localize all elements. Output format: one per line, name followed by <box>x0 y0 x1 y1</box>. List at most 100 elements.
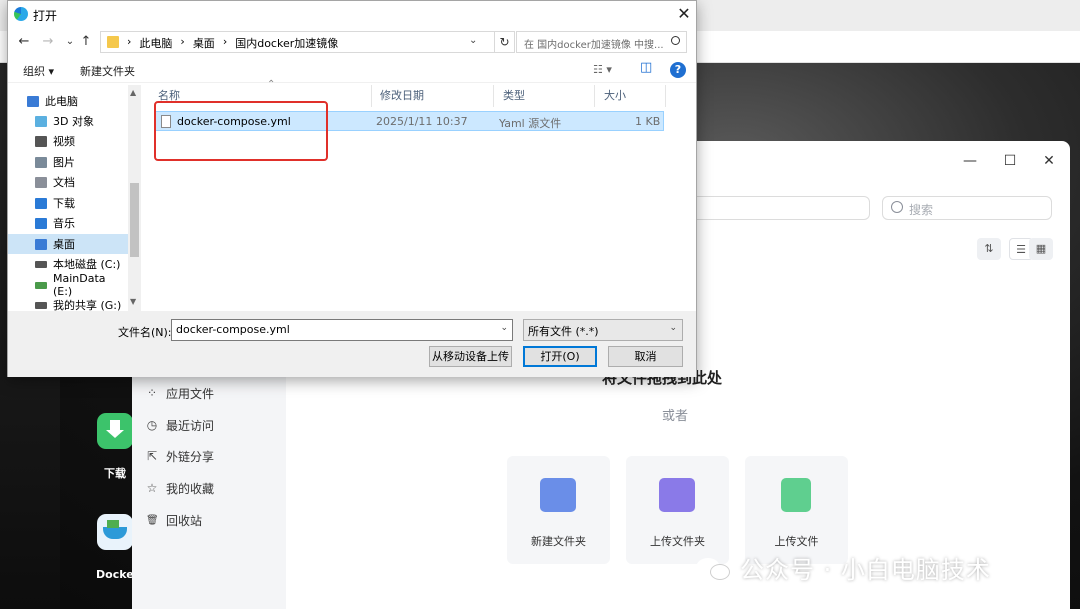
path-field[interactable] <box>687 196 870 220</box>
tree-item-3d-objects[interactable]: 3D 对象 <box>8 111 128 131</box>
search-input[interactable]: 搜索 <box>882 196 1052 220</box>
upload-file-card[interactable]: 上传文件 <box>745 456 848 564</box>
music-icon <box>35 217 47 229</box>
image-icon <box>35 156 47 168</box>
nav-label: 我的收藏 <box>166 481 215 496</box>
chevron-down-icon: ⌄ <box>669 323 677 333</box>
clock-icon: ◷ <box>146 418 158 432</box>
tree-item-downloads[interactable]: 下载 <box>8 193 128 213</box>
download-icon <box>35 197 47 209</box>
nav-share-links[interactable]: ⇱ 外链分享 <box>146 447 214 465</box>
scroll-down-arrow[interactable]: ▼ <box>130 297 136 306</box>
nav-label: 回收站 <box>166 513 203 528</box>
search-placeholder: 搜索 <box>909 203 934 217</box>
up-button[interactable]: ↑ <box>78 33 94 51</box>
minimize-button[interactable]: — <box>958 151 982 171</box>
forward-button[interactable]: → <box>40 33 56 51</box>
tree-scrollbar[interactable]: ▲ ▼ <box>128 85 141 311</box>
video-icon <box>35 135 47 147</box>
filename-label: 文件名(N): <box>118 326 172 339</box>
open-button[interactable]: 打开(O) <box>523 346 597 367</box>
new-folder-card[interactable]: 新建文件夹 <box>507 456 610 564</box>
download-app-icon[interactable] <box>97 413 133 449</box>
help-button[interactable]: ? <box>670 62 686 78</box>
tree-item-label: 桌面 <box>53 238 75 251</box>
watermark: 公众号 · 小白电脑技术 <box>696 550 991 585</box>
highlight-box <box>154 101 328 161</box>
scrollbar-thumb[interactable] <box>130 183 139 257</box>
nav-favorites[interactable]: ☆ 我的收藏 <box>146 479 214 497</box>
search-icon <box>671 36 680 45</box>
docker-app-icon[interactable] <box>97 514 133 550</box>
nav-label: 外链分享 <box>166 449 215 464</box>
tree-item-label: 本地磁盘 (C:) <box>53 258 121 271</box>
search-icon <box>891 201 903 213</box>
tree-item-drive-g[interactable]: 我的共享 (G:) <box>8 295 128 311</box>
trash-icon: 🗑 <box>146 514 159 526</box>
refresh-button[interactable]: ↻ <box>495 31 515 53</box>
upload-folder-card[interactable]: 上传文件夹 <box>626 456 729 564</box>
dialog-search-input[interactable]: 在 国内docker加速镜像 中搜... <box>516 31 687 53</box>
recent-locations-button[interactable]: ⌄ <box>62 33 78 51</box>
tree-item-desktop[interactable]: 桌面 <box>8 234 128 254</box>
cancel-button[interactable]: 取消 <box>608 346 683 367</box>
tree-item-videos[interactable]: 视频 <box>8 131 128 151</box>
tree-item-this-pc[interactable]: 此电脑 <box>8 91 128 111</box>
breadcrumb-item[interactable]: 国内docker加速镜像 <box>235 35 338 51</box>
dialog-close-button[interactable]: ✕ <box>672 3 696 25</box>
scroll-up-arrow[interactable]: ▲ <box>130 88 136 97</box>
sort-button[interactable]: ⇅ <box>977 238 1001 260</box>
chevron-down-icon[interactable]: ⌄ <box>469 35 477 46</box>
breadcrumb-item[interactable]: 桌面 <box>193 35 215 51</box>
nav-recycle-bin[interactable]: 🗑 回收站 <box>146 511 202 529</box>
view-options-button[interactable]: ☷ ▾ <box>593 63 612 76</box>
apps-icon: ⁘ <box>146 386 158 400</box>
nav-recent[interactable]: ◷ 最近访问 <box>146 416 214 434</box>
desktop-icon <box>35 238 47 250</box>
tree-item-label: 3D 对象 <box>53 115 94 128</box>
drive-icon <box>35 260 47 268</box>
tree-item-label: 文档 <box>53 176 75 189</box>
filetype-select[interactable]: 所有文件 (*.*) ⌄ <box>523 319 683 341</box>
tree-item-documents[interactable]: 文档 <box>8 172 128 192</box>
column-header-type[interactable]: 类型 <box>495 85 595 107</box>
star-icon: ☆ <box>146 481 158 495</box>
navigation-tree: 此电脑 3D 对象 视频 图片 文档 下载 音乐 桌面 本地磁盘 (C:) Ma… <box>8 85 141 311</box>
maximize-button[interactable]: ☐ <box>998 151 1022 171</box>
breadcrumb-item[interactable]: 此电脑 <box>139 35 172 51</box>
grid-view-button[interactable]: ▦ <box>1029 238 1053 260</box>
drop-zone-or: 或者 <box>662 409 689 424</box>
upload-file-icon <box>781 478 811 512</box>
chevron-down-icon[interactable]: ⌄ <box>500 323 508 333</box>
tree-item-drive-e[interactable]: MainData (E:) <box>8 272 128 298</box>
filename-input[interactable]: docker-compose.yml ⌄ <box>171 319 513 341</box>
computer-icon <box>27 95 39 107</box>
breadcrumb-separator: › <box>222 35 228 48</box>
address-bar[interactable]: › 此电脑 › 桌面 › 国内docker加速镜像 ⌄ <box>100 31 495 53</box>
preview-pane-button[interactable]: ◫ <box>640 60 652 75</box>
tree-item-music[interactable]: 音乐 <box>8 213 128 233</box>
command-bar: 组织 ▾ 新建文件夹 ☷ ▾ ◫ ? <box>8 57 696 83</box>
dialog-footer: 文件名(N): docker-compose.yml ⌄ 所有文件 (*.*) … <box>8 311 696 377</box>
document-icon <box>35 176 47 188</box>
tree-item-label: 下载 <box>53 197 75 210</box>
edge-browser-icon <box>14 7 28 21</box>
new-folder-button[interactable]: 新建文件夹 <box>80 63 135 79</box>
organize-button[interactable]: 组织 ▾ <box>23 63 54 79</box>
card-label: 上传文件夹 <box>650 535 705 548</box>
watermark-text: 公众号 · 小白电脑技术 <box>740 556 991 584</box>
close-button[interactable]: ✕ <box>1037 151 1061 171</box>
mobile-upload-button[interactable]: 从移动设备上传 <box>429 346 512 367</box>
tree-item-pictures[interactable]: 图片 <box>8 152 128 172</box>
search-placeholder: 在 国内docker加速镜像 中搜... <box>524 40 664 51</box>
back-button[interactable]: ← <box>16 33 32 51</box>
nav-apps-files[interactable]: ⁘ 应用文件 <box>146 384 214 402</box>
tree-item-drive-c[interactable]: 本地磁盘 (C:) <box>8 254 128 274</box>
breadcrumb-separator: › <box>180 35 185 48</box>
wechat-icon <box>696 556 732 580</box>
drive-icon <box>35 281 47 289</box>
column-header-size[interactable]: 大小 <box>596 85 666 107</box>
breadcrumb: › 此电脑 › 桌面 › 国内docker加速镜像 <box>127 35 338 51</box>
column-header-modified[interactable]: 修改日期 <box>372 85 494 107</box>
card-label: 新建文件夹 <box>531 535 586 548</box>
